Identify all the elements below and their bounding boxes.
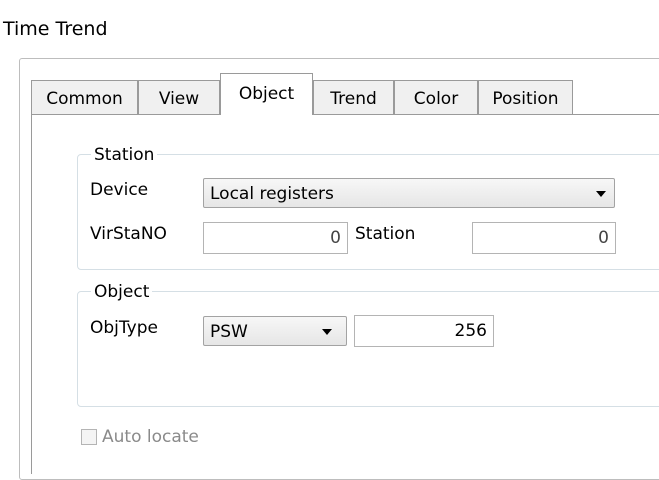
virstano-input[interactable]: 0 [203,222,348,254]
device-value: Local registers [210,184,334,204]
tab-color[interactable]: Color [394,80,478,114]
auto-locate-label: Auto locate [102,427,199,447]
dialog-title: Time Trend [3,18,108,40]
object-address-input[interactable]: 256 [354,315,494,347]
auto-locate-checkbox[interactable] [81,429,97,445]
station-label: Station [355,224,416,244]
chevron-down-icon [596,191,606,197]
virstano-label: VirStaNO [90,224,167,244]
tab-object[interactable]: Object [220,73,313,115]
tab-position[interactable]: Position [478,80,573,114]
object-group [77,291,659,407]
chevron-down-icon [322,329,332,335]
object-legend: Object [91,282,153,302]
tab-common[interactable]: Common [31,80,138,114]
tab-trend[interactable]: Trend [313,80,394,114]
objtype-select[interactable]: PSW [203,316,347,346]
objtype-label: ObjType [90,318,158,338]
device-label: Device [90,180,149,200]
device-select[interactable]: Local registers [203,178,615,208]
tab-view[interactable]: View [138,80,220,114]
station-legend: Station [91,145,158,165]
station-input[interactable]: 0 [472,222,616,254]
objtype-value: PSW [210,322,248,342]
